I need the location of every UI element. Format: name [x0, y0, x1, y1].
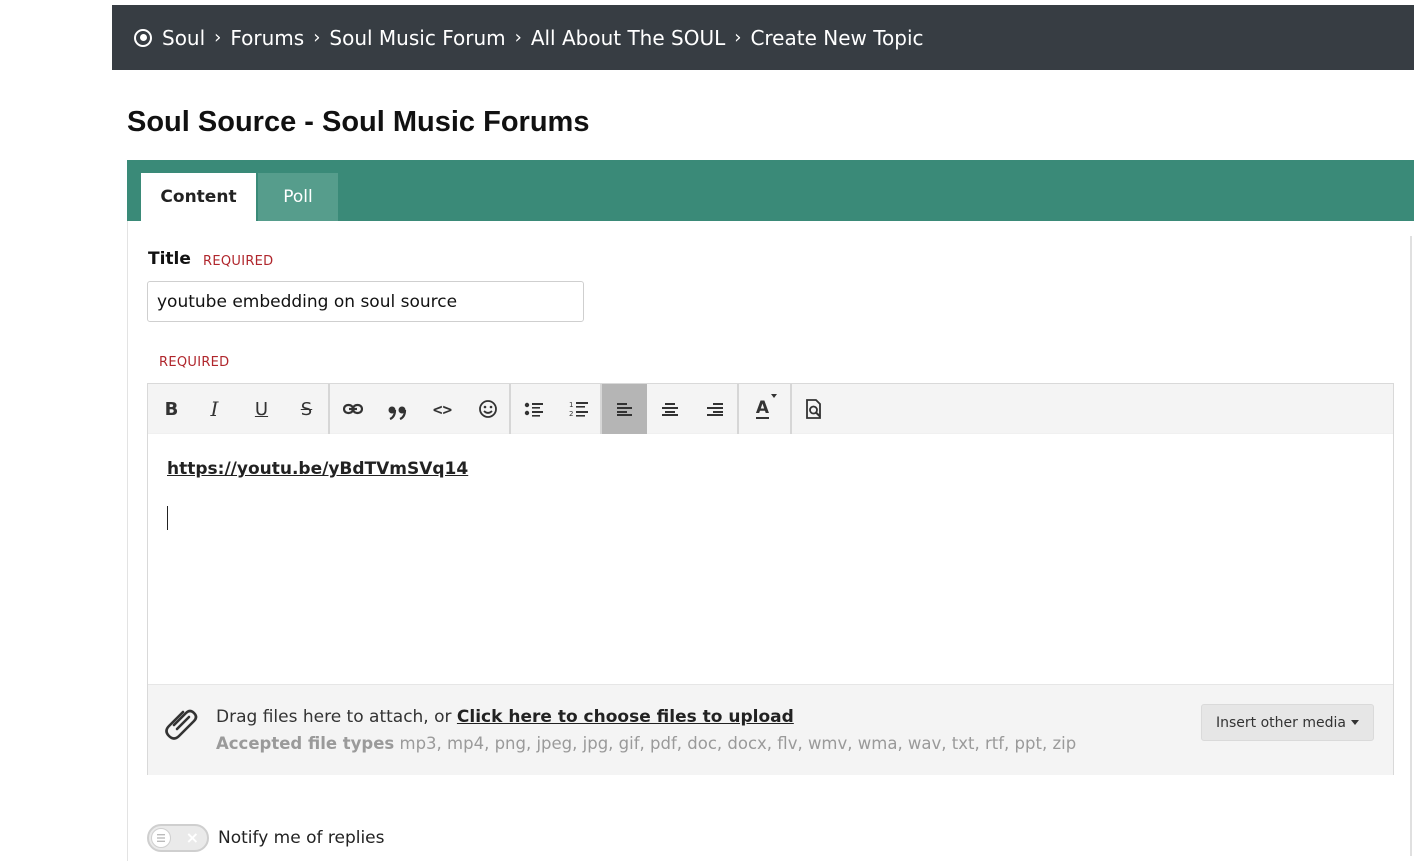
svg-text:1: 1: [569, 401, 573, 409]
rich-text-editor: B I U S <> 1 2 A https://youtu.be/yBdTVm…: [147, 383, 1394, 775]
dropdown-caret-icon: [771, 394, 777, 398]
close-icon: ×: [185, 828, 199, 847]
text-cursor: [167, 506, 168, 530]
tab-bar: Content Poll: [127, 160, 1414, 221]
link-icon: [342, 403, 363, 415]
bullet-list-icon: [524, 402, 543, 417]
breadcrumb-separator-icon: ›: [514, 27, 522, 48]
attach-instructions: Drag files here to attach, or Click here…: [216, 707, 794, 727]
title-required-badge: REQUIRED: [203, 254, 274, 269]
quote-button[interactable]: [375, 384, 420, 434]
breadcrumb-separator-icon: ›: [734, 27, 742, 48]
toggle-knob: [151, 828, 171, 848]
paperclip-icon: [165, 709, 198, 740]
breadcrumb: Soul › Forums › Soul Music Forum › All A…: [112, 5, 1414, 70]
svg-text:2: 2: [569, 410, 573, 418]
caret-down-icon: [1350, 720, 1359, 725]
notify-replies-label: Notify me of replies: [218, 828, 385, 848]
numbered-list-icon: 1 2: [569, 401, 588, 418]
code-button[interactable]: <>: [420, 384, 465, 434]
tab-content[interactable]: Content: [141, 173, 256, 221]
breadcrumb-item-soul-music-forum[interactable]: Soul Music Forum: [329, 26, 505, 50]
align-left-icon: [616, 403, 632, 416]
accepted-types-label: Accepted file types: [216, 734, 395, 753]
attachment-dropzone[interactable]: Drag files here to attach, or Click here…: [148, 684, 1393, 775]
font-color-button[interactable]: A: [740, 384, 785, 434]
editor-toolbar: B I U S <> 1 2 A: [148, 384, 1393, 434]
page-title: Soul Source - Soul Music Forums: [127, 106, 590, 138]
editor-content-area[interactable]: https://youtu.be/yBdTVmSVq14: [148, 434, 1393, 684]
accepted-file-types: Accepted file types mp3, mp4, png, jpeg,…: [216, 734, 1076, 753]
toolbar-divider: [737, 384, 739, 434]
tab-poll[interactable]: Poll: [258, 173, 338, 221]
notify-replies-toggle[interactable]: ×: [147, 824, 209, 852]
font-color-icon: A: [755, 397, 770, 419]
title-label: Title: [148, 249, 191, 269]
home-radio-icon: [134, 28, 152, 47]
link-button[interactable]: [330, 384, 375, 434]
drag-files-text: Drag files here to attach, or: [216, 707, 457, 727]
bullet-list-button[interactable]: [511, 384, 556, 434]
content-youtube-link[interactable]: https://youtu.be/yBdTVmSVq14: [167, 459, 468, 479]
accepted-types-list: mp3, mp4, png, jpeg, jpg, gif, pdf, doc,…: [394, 734, 1077, 753]
preview-button[interactable]: [791, 384, 836, 434]
scrollbar-edge: [1410, 236, 1412, 856]
strikethrough-button[interactable]: S: [284, 384, 329, 434]
breadcrumb-separator-icon: ›: [313, 27, 321, 48]
align-center-button[interactable]: [647, 384, 692, 434]
breadcrumb-item-create-new-topic: Create New Topic: [750, 25, 924, 50]
underline-button[interactable]: U: [239, 384, 284, 434]
choose-files-link[interactable]: Click here to choose files to upload: [457, 707, 794, 727]
align-right-icon: [706, 403, 723, 416]
italic-button[interactable]: I: [192, 384, 237, 434]
bold-button[interactable]: B: [149, 384, 194, 434]
content-required-badge: REQUIRED: [159, 355, 230, 370]
breadcrumb-item-forums[interactable]: Forums: [230, 26, 304, 50]
insert-other-media-button[interactable]: Insert other media: [1201, 704, 1374, 741]
breadcrumb-item-all-about-the-soul[interactable]: All About The SOUL: [531, 26, 725, 50]
insert-other-media-label: Insert other media: [1216, 714, 1346, 731]
smiley-icon: [478, 400, 497, 418]
emoji-button[interactable]: [465, 384, 510, 434]
align-right-button[interactable]: [692, 384, 737, 434]
font-color-letter: A: [755, 397, 770, 418]
align-center-icon: [661, 403, 678, 416]
breadcrumb-item-soul[interactable]: Soul: [162, 26, 205, 50]
preview-document-icon: [805, 399, 821, 419]
title-input[interactable]: [147, 281, 584, 322]
align-left-button[interactable]: [602, 384, 647, 434]
quote-icon: [388, 406, 406, 420]
numbered-list-button[interactable]: 1 2: [556, 384, 601, 434]
menu-lines-icon: [157, 834, 165, 842]
breadcrumb-separator-icon: ›: [214, 27, 222, 48]
